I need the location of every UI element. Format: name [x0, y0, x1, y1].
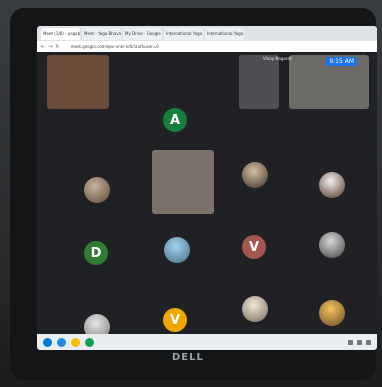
participant-avatar: V [163, 308, 187, 332]
participant-photo [164, 237, 190, 263]
participant-name: Vinay Nagarsh [263, 56, 293, 61]
start-icon[interactable] [43, 337, 52, 347]
participant-tile[interactable] [47, 55, 109, 109]
participant-avatar: A [163, 108, 187, 132]
browser-tab[interactable]: Meet (1/8) - yogabaggu... [41, 28, 80, 40]
participant-tile[interactable] [239, 55, 279, 109]
participant-photo [319, 300, 345, 326]
windows-taskbar [37, 334, 377, 350]
participant-photo [319, 232, 345, 258]
network-icon[interactable] [348, 339, 353, 345]
screen: Meet (1/8) - yogabaggu... Meet - Yoga Bh… [37, 26, 377, 350]
search-icon[interactable] [57, 337, 66, 347]
reload-icon[interactable]: ↻ [55, 44, 59, 50]
meeting-time: 9:15 AM [326, 57, 357, 66]
browser-tab[interactable]: International Yoga Day [205, 28, 244, 40]
participant-tile[interactable] [152, 150, 214, 214]
app-icon[interactable] [85, 337, 94, 347]
battery-icon[interactable] [366, 339, 371, 345]
participant-photo [242, 162, 268, 188]
address-bar[interactable]: ← → ↻ meet.google.com/qex-xnkr-kdk?authu… [37, 41, 377, 52]
browser-tab-bar: Meet (1/8) - yogabaggu... Meet - Yoga Bh… [37, 26, 377, 41]
system-tray [348, 339, 371, 345]
participant-photo [242, 296, 268, 322]
browser-tab[interactable]: My Drive - Google Drive [123, 28, 162, 40]
participant-photo [319, 172, 345, 198]
participant-avatar: D [84, 241, 108, 265]
browser-tab[interactable]: Meet - Yoga Bhavana... [82, 28, 121, 40]
dell-logo: DELL [172, 352, 204, 363]
back-icon[interactable]: ← [41, 44, 45, 50]
participant-avatar: V [242, 235, 266, 259]
browser-tab[interactable]: International Yoga Day [164, 28, 203, 40]
meet-grid: A Vinay Nagarsh 9:15 AM D V V [37, 52, 377, 340]
forward-icon[interactable]: → [48, 44, 52, 50]
volume-icon[interactable] [357, 339, 362, 345]
participant-photo [84, 177, 110, 203]
url-text[interactable]: meet.google.com/qex-xnkr-kdk?authuser=0 [71, 44, 159, 49]
chrome-icon[interactable] [71, 337, 80, 347]
